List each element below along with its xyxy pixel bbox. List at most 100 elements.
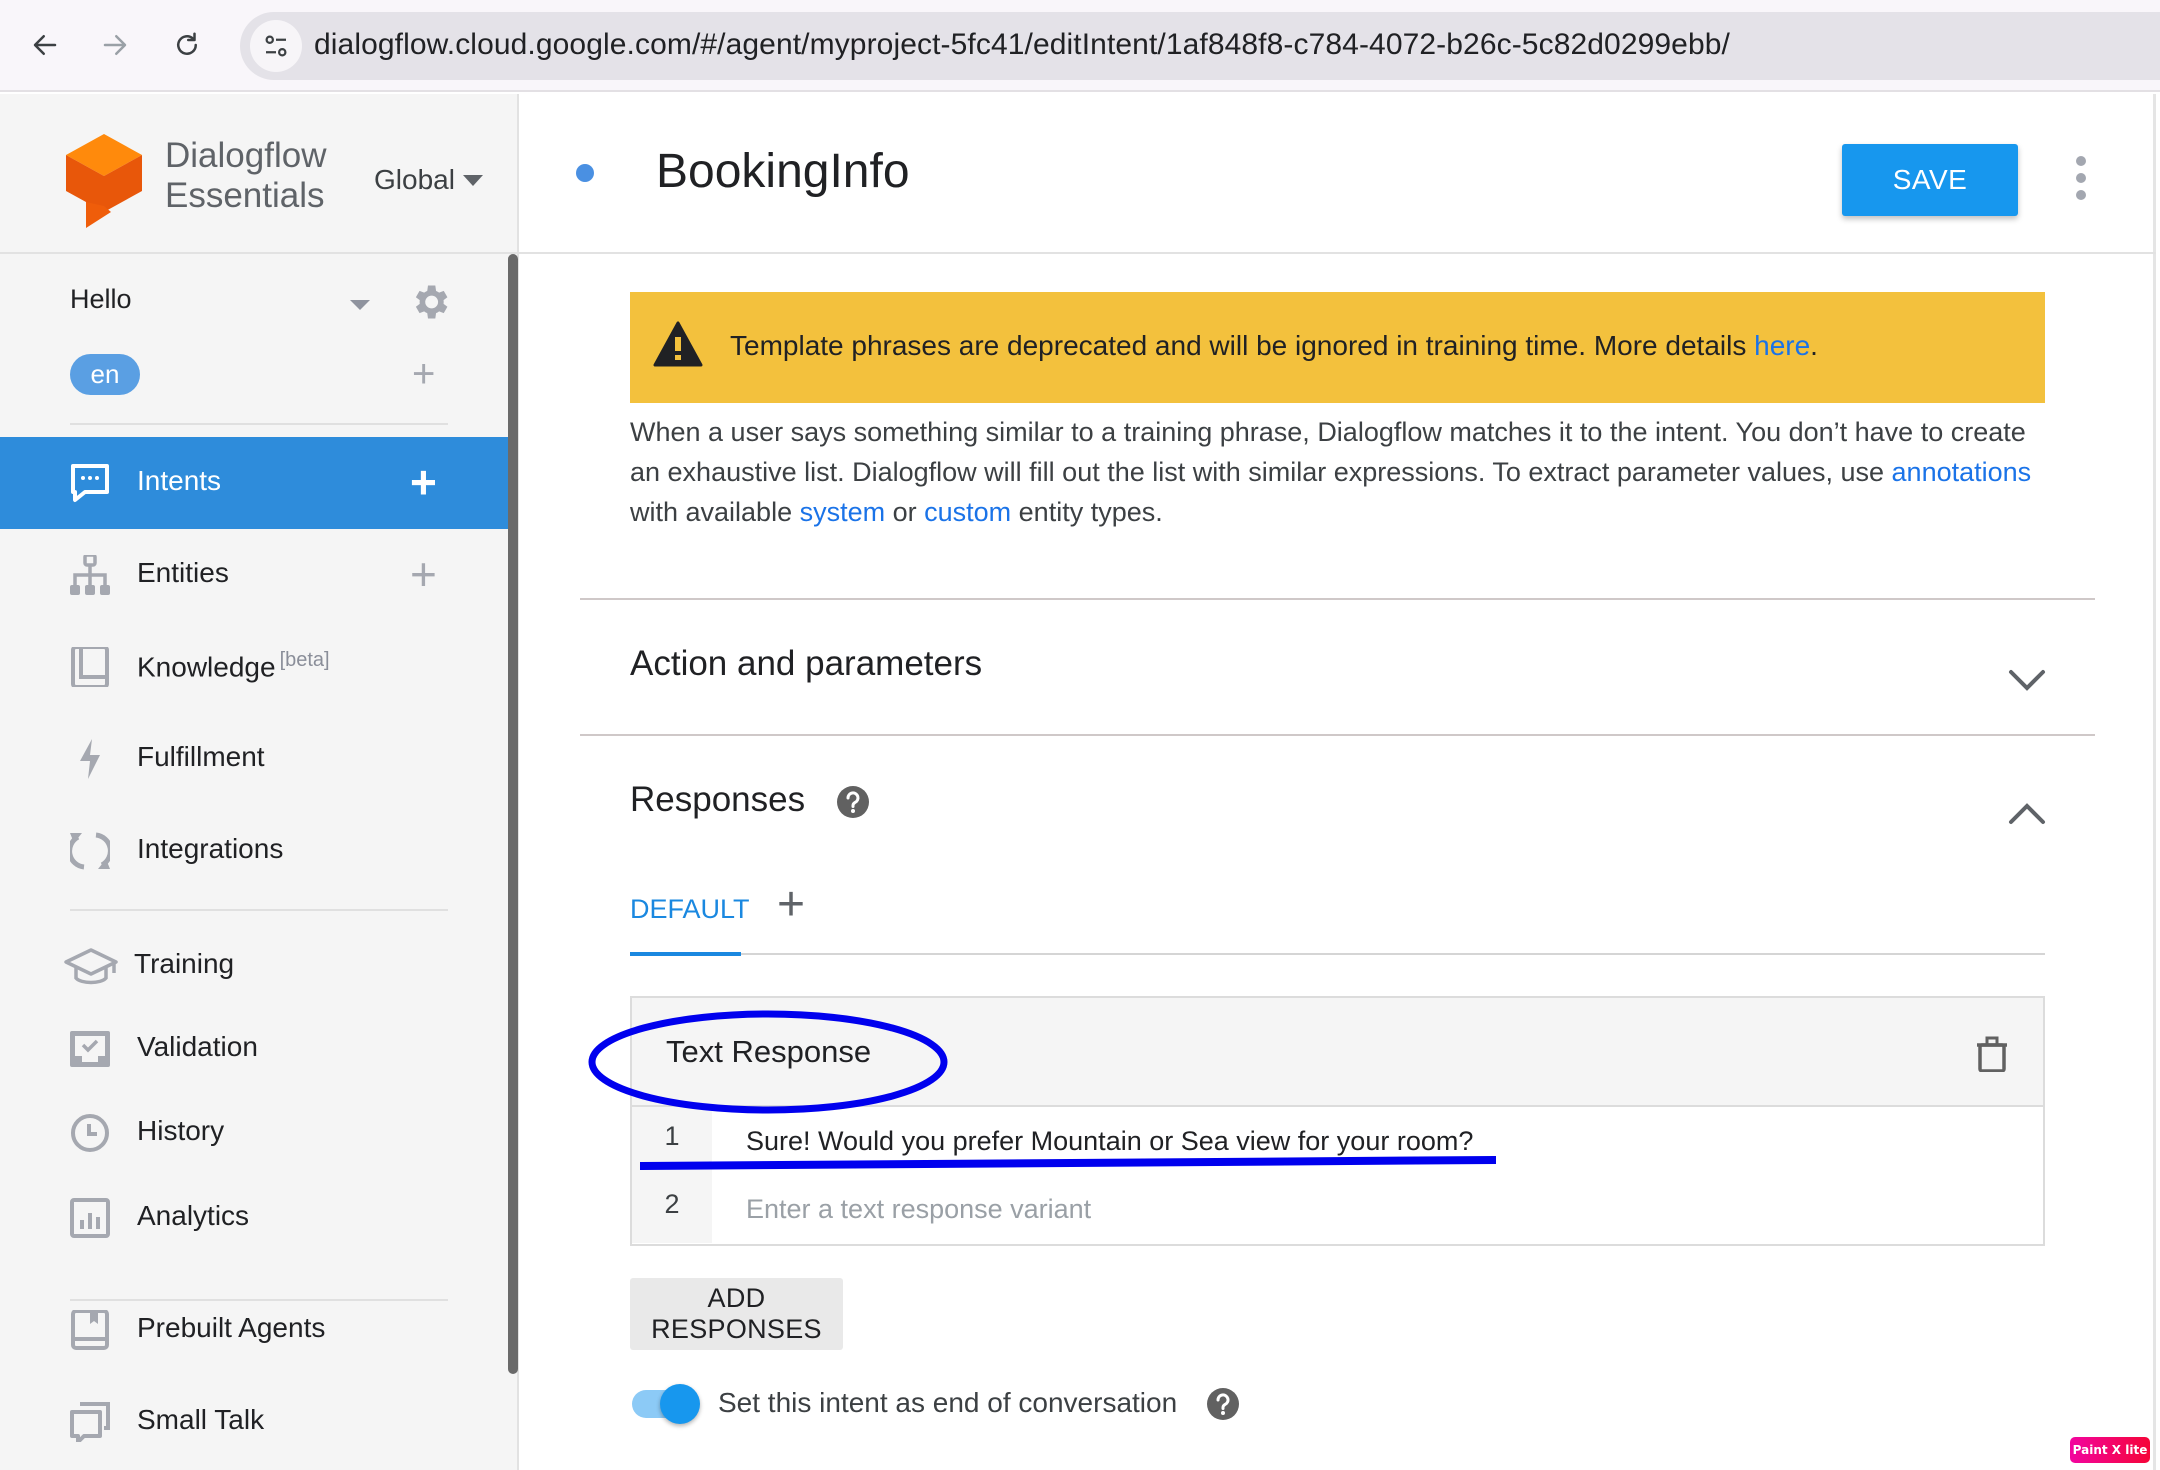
tune-icon <box>265 35 287 57</box>
section-divider <box>580 734 2095 736</box>
nav-label-text: Knowledge <box>137 651 276 683</box>
arrow-left-icon <box>33 35 57 55</box>
training-description: When a user says something similar to a … <box>630 412 2060 532</box>
warning-icon <box>653 321 703 367</box>
agent-selector[interactable]: Hello <box>70 280 460 330</box>
sidebar-item-integrations[interactable]: Integrations <box>0 805 508 897</box>
intent-editor: BookingInfo SAVE Template phrases are de… <box>519 94 2156 1470</box>
nav-label: Integrations <box>137 833 284 864</box>
sidebar-item-training[interactable]: Training <box>0 920 508 1012</box>
sidebar-item-intents[interactable]: Intents + <box>0 437 508 529</box>
card-title: Text Response <box>666 1034 872 1069</box>
gear-icon[interactable] <box>408 280 452 324</box>
more-vert-dot <box>2076 190 2086 200</box>
beta-badge: [beta] <box>279 649 330 671</box>
annotations-link[interactable]: annotations <box>1892 457 2032 487</box>
nav-label: Small Talk <box>137 1404 265 1435</box>
more-options-button[interactable] <box>2071 156 2091 200</box>
deprecation-warning: Template phrases are deprecated and will… <box>630 292 2045 403</box>
sidebar-item-knowledge[interactable]: Knowledge [beta] <box>0 621 508 713</box>
agent-name: Hello <box>70 284 132 314</box>
region-selector[interactable]: Global <box>374 164 483 196</box>
details-link[interactable]: here <box>1754 330 1810 361</box>
tabs-divider <box>630 953 2045 955</box>
help-icon[interactable] <box>1207 1388 1239 1420</box>
language-row: en + <box>70 354 460 398</box>
reload-icon <box>177 32 197 55</box>
chevron-down-icon[interactable] <box>2007 666 2047 694</box>
desc-text: or <box>885 497 925 527</box>
brand-line-1: Dialogflow <box>165 136 327 175</box>
desc-text: with available <box>630 497 800 527</box>
text-response-card: Text Response 1 2 <box>630 996 2045 1246</box>
sidebar-divider <box>70 909 448 911</box>
reload-button[interactable] <box>164 22 210 68</box>
paint-x-lite-watermark: Paint X lite <box>2070 1437 2150 1463</box>
warning-text: Template phrases are deprecated and will… <box>730 330 1818 362</box>
nav-label: Prebuilt Agents <box>137 1312 326 1343</box>
responses-header[interactable]: Responses <box>630 780 805 820</box>
section-divider <box>580 598 2095 600</box>
custom-link[interactable]: custom <box>924 497 1011 527</box>
language-pill[interactable]: en <box>70 354 140 395</box>
add-intent-button[interactable]: + <box>410 457 437 507</box>
toggle-knob <box>660 1384 700 1424</box>
nav-label: Knowledge [beta] <box>137 649 330 683</box>
row-number: 2 <box>632 1175 712 1243</box>
bar-chart-icon <box>70 1198 110 1238</box>
sidebar-divider <box>70 423 448 425</box>
add-responses-button[interactable]: ADD RESPONSES <box>630 1278 843 1350</box>
action-parameters-header[interactable]: Action and parameters <box>630 644 982 684</box>
sidebar-item-validation[interactable]: Validation <box>0 1003 508 1095</box>
response-variant-input[interactable] <box>712 1175 2043 1243</box>
status-dot <box>576 164 594 182</box>
brand-line-2: Essentials <box>165 176 325 215</box>
response-row: 2 <box>632 1175 2043 1243</box>
add-tab-button[interactable]: + <box>777 880 805 930</box>
forward-button[interactable] <box>92 22 138 68</box>
end-conversation-toggle[interactable] <box>630 1384 704 1424</box>
help-icon[interactable] <box>837 786 869 818</box>
chat-stack-icon <box>70 1402 110 1442</box>
warning-end: . <box>1810 330 1818 361</box>
sidebar-item-fulfillment[interactable]: Fulfillment <box>0 713 508 805</box>
address-bar[interactable]: dialogflow.cloud.google.com/#/agent/mypr… <box>240 12 2160 80</box>
sidebar-item-analytics[interactable]: Analytics <box>0 1172 508 1264</box>
nav-label: Training <box>134 948 235 979</box>
bookmark-book-icon <box>71 1310 109 1350</box>
sidebar-item-prebuilt-agents[interactable]: Prebuilt Agents <box>0 1284 508 1376</box>
nav-label: Validation <box>137 1031 258 1062</box>
sidebar-item-entities[interactable]: Entities + <box>0 529 508 621</box>
dialogflow-logo-icon[interactable] <box>66 134 142 228</box>
hierarchy-icon <box>70 555 110 595</box>
response-row: 1 <box>632 1107 2043 1175</box>
sidebar-scrollbar[interactable] <box>508 254 518 1374</box>
add-entity-button[interactable]: + <box>410 549 437 599</box>
nav-label: History <box>137 1115 225 1146</box>
end-conversation-label: Set this intent as end of conversation <box>718 1387 1178 1418</box>
save-button[interactable]: SAVE <box>1842 144 2018 216</box>
nav-label: Fulfillment <box>137 741 265 772</box>
tab-default[interactable]: DEFAULT <box>630 894 750 925</box>
site-info-button[interactable] <box>250 20 302 72</box>
url-text[interactable]: dialogflow.cloud.google.com/#/agent/mypr… <box>314 28 1730 62</box>
caret-down-icon[interactable] <box>350 300 370 310</box>
chevron-up-icon[interactable] <box>2007 800 2047 828</box>
more-vert-dot <box>2076 173 2086 183</box>
intent-header: BookingInfo SAVE <box>519 94 2156 254</box>
arrow-right-icon <box>103 35 127 55</box>
system-link[interactable]: system <box>800 497 886 527</box>
nav-label: Entities <box>137 557 229 588</box>
brand-header: Dialogflow Essentials Global <box>0 94 517 254</box>
sidebar-item-small-talk[interactable]: Small Talk <box>0 1376 508 1468</box>
card-header: Text Response <box>632 998 2043 1107</box>
book-icon <box>71 647 109 687</box>
desc-text: When a user says something similar to a … <box>630 417 2026 487</box>
trash-icon[interactable] <box>1977 1036 2007 1072</box>
response-variant-input[interactable] <box>712 1107 2043 1175</box>
add-language-button[interactable]: + <box>412 354 435 394</box>
lightning-icon <box>80 739 100 779</box>
back-button[interactable] <box>22 22 68 68</box>
intent-name[interactable]: BookingInfo <box>656 144 910 199</box>
sidebar-item-history[interactable]: History <box>0 1087 508 1179</box>
